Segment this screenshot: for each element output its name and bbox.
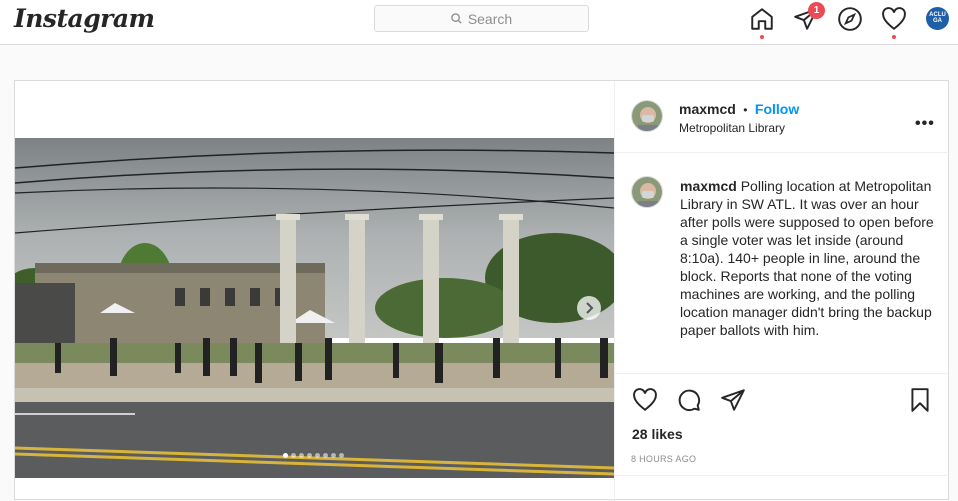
explore-icon[interactable] xyxy=(837,6,863,32)
search-placeholder: Search xyxy=(467,10,513,27)
carousel-dot xyxy=(323,453,328,458)
author-username[interactable]: maxmcd xyxy=(679,101,736,117)
more-options-button[interactable]: ••• xyxy=(915,115,935,133)
instagram-logo[interactable]: Instagram xyxy=(14,4,155,33)
carousel-dot xyxy=(331,453,336,458)
location-link[interactable]: Metropolitan Library xyxy=(679,121,785,135)
caption-username[interactable]: maxmcd xyxy=(680,178,737,194)
search-input[interactable]: Search xyxy=(374,5,589,32)
post-media xyxy=(15,81,614,485)
carousel-dot xyxy=(283,453,288,458)
search-icon xyxy=(451,13,462,24)
share-icon[interactable] xyxy=(720,387,746,413)
top-nav: Instagram Search 1 ACLU GA xyxy=(0,0,958,45)
carousel-dot xyxy=(307,453,312,458)
caption-text: Polling location at Metropolitan Library… xyxy=(680,178,934,338)
post-header: maxmcd • Follow Metropolitan Library ••• xyxy=(615,81,950,153)
profile-avatar[interactable]: ACLU GA xyxy=(926,7,949,30)
notification-badge: 1 xyxy=(808,2,825,19)
follow-button[interactable]: Follow xyxy=(755,101,799,117)
carousel-dot xyxy=(291,453,296,458)
post-timestamp: 8 HOURS AGO xyxy=(631,454,697,464)
carousel-dot xyxy=(299,453,304,458)
home-icon[interactable] xyxy=(749,6,775,32)
home-indicator-dot xyxy=(760,35,764,39)
chevron-right-icon xyxy=(586,302,594,314)
post-caption: maxmcd Polling location at Metropolitan … xyxy=(680,177,938,339)
activity-indicator-dot xyxy=(892,35,896,39)
like-heart-icon[interactable] xyxy=(632,387,658,413)
bookmark-icon[interactable] xyxy=(907,387,933,413)
carousel-dot xyxy=(339,453,344,458)
carousel-next-button[interactable] xyxy=(577,296,601,320)
post-side-panel: maxmcd • Follow Metropolitan Library •••… xyxy=(614,81,950,501)
actions-divider xyxy=(615,373,950,374)
post-photo[interactable] xyxy=(15,138,614,478)
carousel-indicator xyxy=(283,453,344,458)
author-avatar[interactable] xyxy=(631,100,663,132)
carousel-dot xyxy=(315,453,320,458)
caption-author-avatar[interactable] xyxy=(631,176,663,208)
post-card: maxmcd • Follow Metropolitan Library •••… xyxy=(14,80,950,501)
comment-divider xyxy=(615,475,950,476)
comment-icon[interactable] xyxy=(676,387,702,413)
like-count[interactable]: 28 likes xyxy=(632,426,683,442)
header-separator: • xyxy=(743,103,748,117)
activity-heart-icon[interactable] xyxy=(881,6,907,32)
